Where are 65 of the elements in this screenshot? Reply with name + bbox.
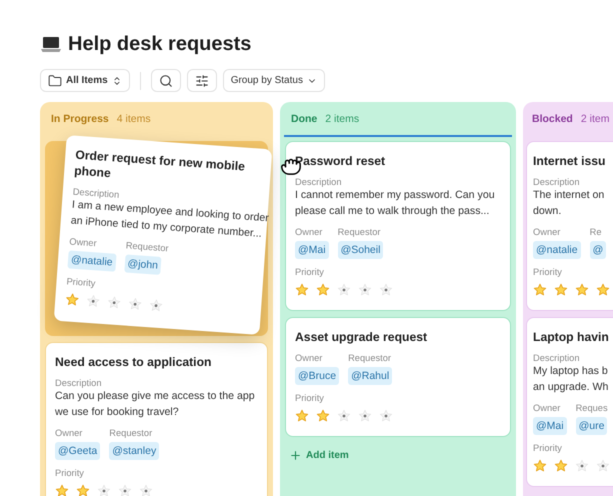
field-label: Requestor: [338, 227, 380, 237]
description-text: we use for booking travel?: [55, 405, 179, 420]
field-label: Reques: [576, 403, 608, 413]
user-tag[interactable]: @Rahul: [348, 367, 392, 385]
field-label: Description: [72, 186, 120, 200]
user-tag[interactable]: @Mai: [533, 417, 567, 435]
group-by-dropdown[interactable]: Group by Status: [222, 69, 325, 92]
field-label: Requestor: [125, 240, 169, 254]
card-title: Order request for new mobile phone: [74, 146, 246, 182]
item-count: 2 item: [580, 113, 610, 125]
column-name: In Progress: [51, 113, 109, 125]
description-text: My laptop has b: [533, 364, 608, 379]
field-label: Owner: [533, 403, 560, 413]
description-text: I cannot remember my password. Can you: [295, 188, 495, 203]
user-tag[interactable]: @: [590, 241, 606, 259]
field-label: Description: [295, 177, 342, 187]
field-label: Description: [533, 353, 580, 363]
field-label: Priority: [533, 267, 562, 277]
request-card[interactable]: Asset upgrade request Owner Requestor @Bruce @Rahul Priority: [285, 317, 511, 437]
add-item-button[interactable]: Add item: [285, 447, 353, 464]
description-text: down.: [533, 204, 562, 219]
field-label: Owner: [533, 227, 560, 237]
request-card[interactable]: Laptop havin Description My laptop has b an upgrade. Wh Owner Reques @Mai @ure Priority: [526, 317, 613, 487]
user-tag[interactable]: @ure: [576, 417, 608, 435]
card-title: Internet issu: [533, 153, 606, 169]
field-label: Priority: [295, 393, 324, 403]
description-text: The internet on: [533, 188, 604, 203]
item-count: 2 items: [325, 113, 360, 125]
field-label: Re: [590, 227, 602, 237]
description-text: please call me to walk through the pass...: [295, 204, 490, 219]
user-tag[interactable]: @Mai: [295, 241, 329, 259]
field-label: Description: [55, 378, 102, 388]
field-label: Owner: [55, 428, 82, 438]
user-tag[interactable]: @natalie: [67, 250, 116, 272]
field-label: Requestor: [348, 353, 391, 363]
user-tag[interactable]: @Bruce: [295, 367, 340, 385]
field-label: Owner: [68, 236, 97, 248]
user-tag[interactable]: @natalie: [533, 241, 581, 259]
column-name: Blocked: [532, 113, 573, 125]
request-card[interactable]: Need access to application Description Can you please give me access to the app we use for booking travel? Owner Requestor @Geeta @stanley Priority: [45, 342, 268, 496]
field-label: Description: [533, 177, 580, 187]
card-title: Asset upgrade request: [295, 329, 428, 345]
item-count: 4 items: [116, 113, 151, 125]
user-tag[interactable]: @Soheil: [338, 241, 384, 259]
description-text: Can you please give me access to the app: [55, 389, 255, 404]
column-name: Done: [291, 113, 318, 125]
field-label: Priority: [533, 443, 562, 453]
dragged-card[interactable]: Order request for new mobile phone Description I am a new employee and looking to order an iPhone tied to my corporate number... Owner Requestor @natalie @john Priority: [54, 135, 272, 335]
card-title: Password reset: [295, 153, 386, 169]
user-tag[interactable]: @john: [124, 254, 162, 275]
field-label: Requestor: [109, 428, 152, 438]
field-label: Priority: [55, 468, 84, 478]
field-label: Priority: [66, 276, 96, 288]
user-tag[interactable]: @stanley: [109, 442, 160, 460]
user-tag[interactable]: @Geeta: [55, 442, 100, 460]
page-title: Help desk requests: [68, 33, 252, 56]
field-label: Owner: [295, 227, 322, 237]
request-card[interactable]: Password reset Description I cannot remember my password. Can you please call me to walk through the pass... Owner Requestor @Mai @Soheil Priority: [285, 141, 511, 311]
field-label: Owner: [295, 353, 322, 363]
field-label: Priority: [295, 267, 324, 277]
card-title: Need access to application: [55, 354, 212, 370]
request-card[interactable]: Internet issu Description The internet on down. Owner Re @natalie @ Priority: [526, 141, 613, 311]
description-text: an upgrade. Wh: [533, 380, 608, 395]
view-selector[interactable]: All Items: [40, 69, 130, 92]
card-title: Laptop havin: [533, 329, 609, 345]
